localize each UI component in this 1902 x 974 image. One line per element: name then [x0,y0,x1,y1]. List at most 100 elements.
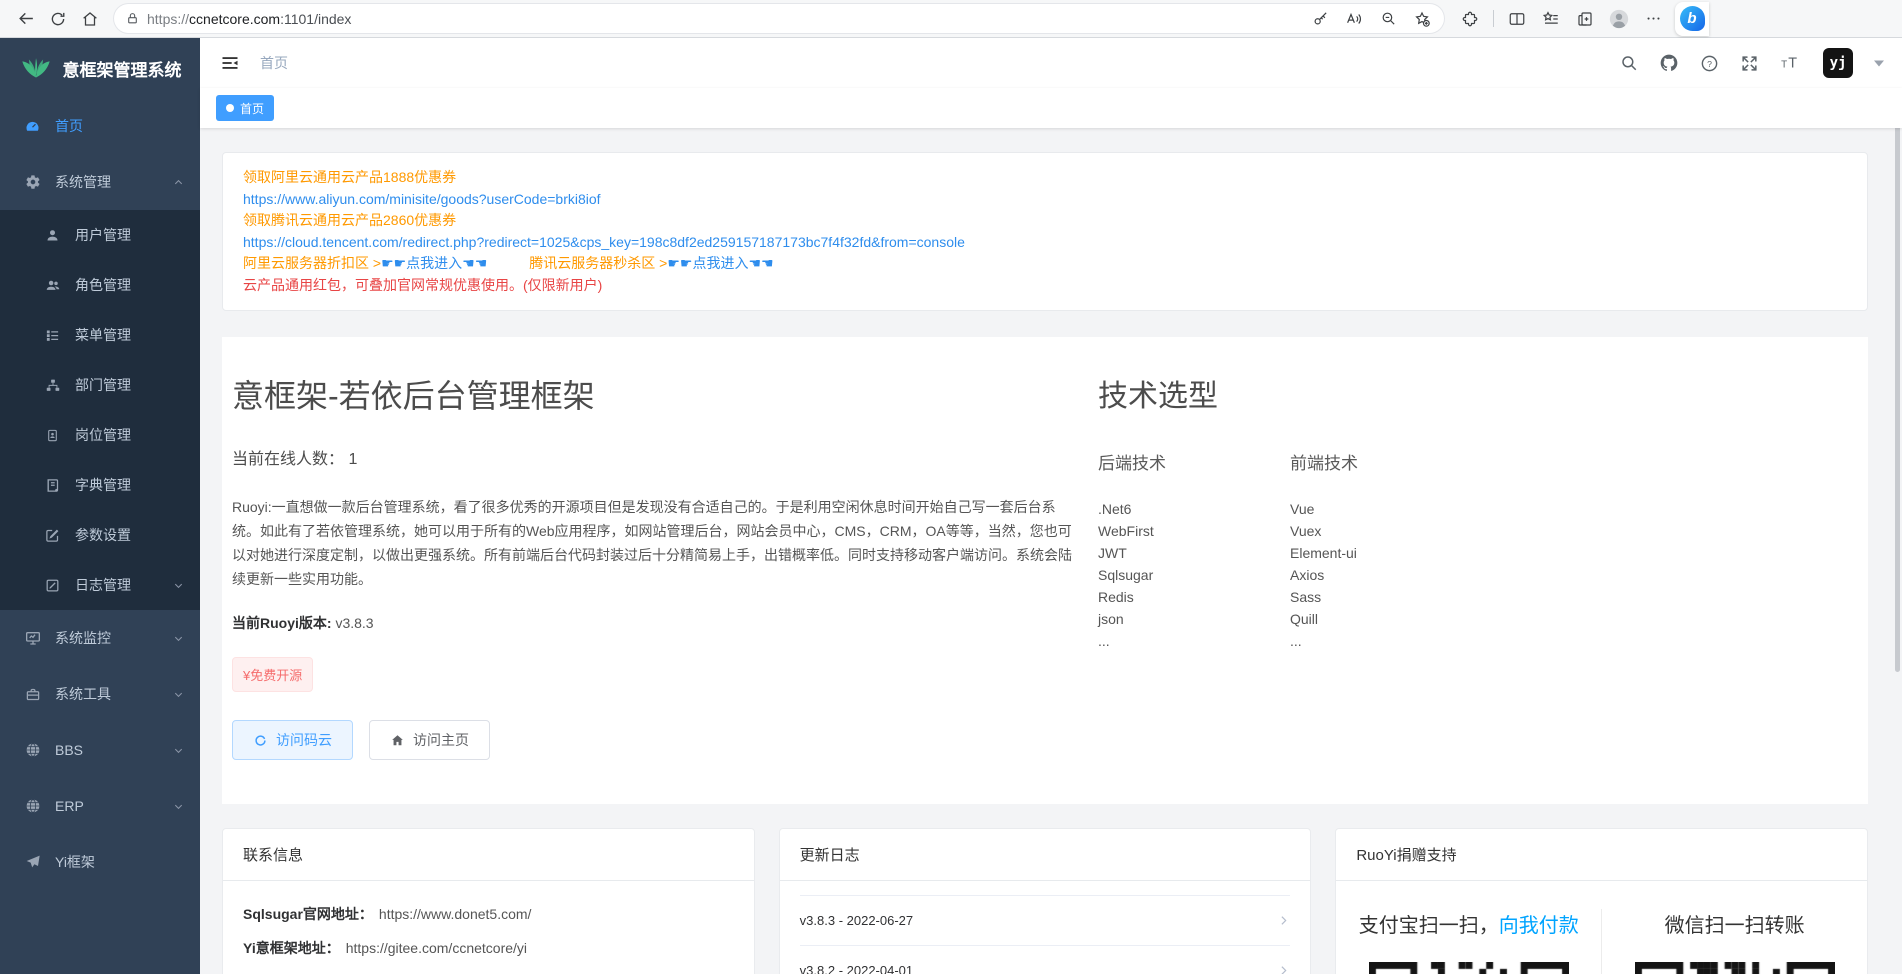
notice-link-tencent[interactable]: https://cloud.tencent.com/redirect.php?r… [243,232,1847,254]
changelog-item[interactable]: v3.8.3 - 2022-06-27 [800,896,1291,946]
contact-card-title: 联系信息 [223,829,754,881]
home-icon[interactable] [74,4,106,34]
password-key-icon[interactable] [1304,4,1336,34]
caret-down-icon[interactable] [1874,60,1884,67]
system-submenu: 用户管理 角色管理 菜单管理 部门管理 岗位管理 字典管理 [0,210,200,610]
zoom-out-icon[interactable] [1372,4,1404,34]
version-line: 当前Ruoyi版本: v3.8.3 [232,613,1848,633]
search-icon[interactable] [1620,54,1638,72]
tech-item: Vue [1290,498,1482,520]
notice-card: 领取阿里云通用云产品1888优惠券 https://www.aliyun.com… [222,152,1868,311]
sidebar-item-departments[interactable]: 部门管理 [0,360,200,410]
tab-home[interactable]: 首页 [216,95,274,121]
alipay-qr-code [1369,962,1569,974]
favorite-add-icon[interactable] [1406,4,1438,34]
page-title: 意框架-若依后台管理框架 [232,371,1848,417]
id-badge-icon [44,428,61,443]
intro-panel: 意框架-若依后台管理框架 当前在线人数： 1 Ruoyi:一直想做一款后台管理系… [222,337,1868,804]
changelog-item[interactable]: v3.8.2 - 2022-04-01 [800,946,1291,974]
backend-tech-group: 后端技术 .Net6 WebFirst JWT Sqlsugar Redis j… [1098,449,1290,652]
donate-card-title: RuoYi捐赠支持 [1336,829,1867,881]
url-text[interactable]: https://ccnetcore.com:1101/index [147,11,1304,27]
sidebar-item-dicts[interactable]: 字典管理 [0,460,200,510]
read-aloud-icon[interactable] [1338,4,1370,34]
favorites-icon[interactable] [1535,4,1567,34]
sidebar-item-tools[interactable]: 系统工具 [0,666,200,722]
sidebar-item-erp[interactable]: ERP [0,778,200,834]
alipay-pay-link[interactable]: 向我付款 [1499,915,1579,937]
split-screen-icon[interactable] [1501,4,1533,34]
more-icon[interactable] [1637,4,1669,34]
chevron-down-icon [173,689,184,700]
tech-item: ... [1290,630,1482,652]
sidebar-item-roles[interactable]: 角色管理 [0,260,200,310]
sidebar-item-system[interactable]: 系统管理 [0,154,200,210]
paper-plane-icon [24,854,41,870]
sidebar-item-bbs[interactable]: BBS [0,722,200,778]
sidebar-item-monitor[interactable]: 系统监控 [0,610,200,666]
notice-line-enter-links: 阿里云服务器折扣区 >☛☛点我进入☚☚腾讯云服务器秒杀区 >☛☛点我进入☚☚ [243,253,1847,275]
refresh-icon[interactable] [42,4,74,34]
sidebar-item-menus[interactable]: 菜单管理 [0,310,200,360]
user-avatar[interactable]: yj [1823,48,1853,78]
aliyun-enter-link[interactable]: ☛☛点我进入☚☚ [381,255,487,271]
frontend-tech-group: 前端技术 Vue Vuex Element-ui Axios Sass Quil… [1290,449,1482,652]
font-size-icon[interactable]: TT [1780,54,1802,72]
sidebar-item-params[interactable]: 参数设置 [0,510,200,560]
fullscreen-icon[interactable] [1740,54,1759,73]
chevron-down-icon [173,580,184,591]
sidebar-item-logs[interactable]: 日志管理 [0,560,200,610]
toolbox-icon [24,687,41,702]
visit-homepage-button[interactable]: 访问主页 [369,720,490,760]
sidebar-item-yi-framework[interactable]: Yi框架 [0,834,200,890]
bing-chat-icon[interactable]: b [1675,2,1709,36]
changelog-card: 更新日志 v3.8.3 - 2022-06-27 v3.8.2 - 2022-0… [779,828,1312,974]
visit-gitee-button[interactable]: 访问码云 [232,720,353,760]
yi-repo-link[interactable]: https://gitee.com/ccnetcore/yi [346,940,527,956]
back-icon[interactable] [10,4,42,34]
sqlsugar-site-link[interactable]: https://www.donet5.com/ [379,906,532,922]
sidebar-collapse-icon[interactable] [214,47,246,79]
changelog-card-title: 更新日志 [780,829,1311,881]
home-icon [390,733,405,748]
breadcrumb[interactable]: 首页 [260,53,288,73]
browser-toolbar: https://ccnetcore.com:1101/index b [0,0,1902,38]
app-title: 意框架管理系统 [63,56,182,81]
free-open-source-tag[interactable]: ¥免费开源 [232,657,313,692]
tech-item: ... [1098,630,1290,652]
collections-icon[interactable] [1569,4,1601,34]
tech-item: json [1098,608,1290,630]
profile-avatar[interactable] [1603,4,1635,34]
sidebar-item-home[interactable]: 首页 [0,98,200,154]
help-icon[interactable]: ? [1700,54,1719,73]
online-count: 当前在线人数： 1 [232,445,1848,469]
edit-icon [44,528,61,543]
page-scrollbar[interactable] [1895,92,1900,672]
page-content: 领取阿里云通用云产品1888优惠券 https://www.aliyun.com… [200,128,1902,974]
leaf-logo-icon [19,56,53,80]
sidebar-item-posts[interactable]: 岗位管理 [0,410,200,460]
tech-item: Axios [1290,564,1482,586]
chevron-down-icon [173,745,184,756]
toolbar-divider [1493,10,1494,27]
github-icon[interactable] [1659,53,1679,73]
notice-line-aliyun-coupon: 领取阿里云通用云产品1888优惠券 [243,167,1847,189]
sidebar: 意框架管理系统 首页 系统管理 用户管理 角色管理 菜单管理 [0,38,200,974]
svg-text:T: T [1781,60,1787,71]
tech-item: Vuex [1290,520,1482,542]
intro-description: Ruoyi:一直想做一款后台管理系统，看了很多优秀的开源项目但是发现没有合适自己… [232,495,1080,591]
extensions-icon[interactable] [1454,4,1486,34]
chevron-down-icon [173,801,184,812]
globe-icon [24,742,41,758]
app-logo[interactable]: 意框架管理系统 [0,38,200,98]
sidebar-item-users[interactable]: 用户管理 [0,210,200,260]
donate-card: RuoYi捐赠支持 支付宝扫一扫，向我付款 微信扫一扫转账 [1335,828,1868,974]
notice-line-redpacket: 云产品通用红包，可叠加官网常规优惠使用。(仅限新用户) [243,275,1847,297]
address-bar[interactable]: https://ccnetcore.com:1101/index [114,4,1444,33]
tech-item: WebFirst [1098,520,1290,542]
tech-stack-title: 技术选型 [1098,371,1482,415]
tencent-enter-link[interactable]: ☛☛点我进入☚☚ [667,255,773,271]
notice-link-aliyun[interactable]: https://www.aliyun.com/minisite/goods?us… [243,189,1847,211]
svg-text:?: ? [1707,58,1712,68]
dictionary-book-icon [44,478,61,493]
